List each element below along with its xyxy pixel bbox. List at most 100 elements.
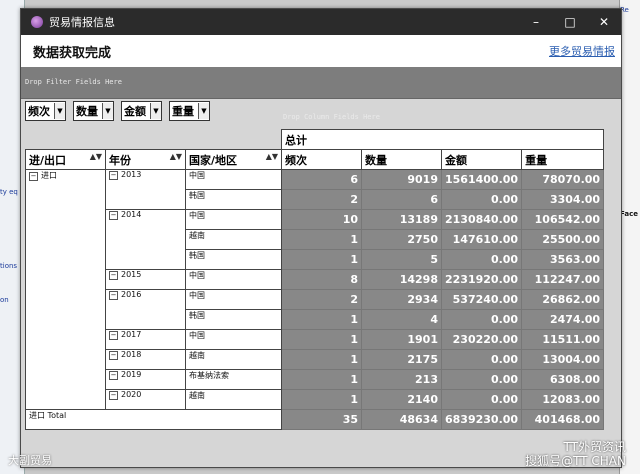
column-header: 重量	[521, 149, 605, 170]
collapse-icon[interactable]: −	[109, 351, 118, 360]
column-drop-zone[interactable]: Drop Column Fields Here	[283, 113, 380, 121]
value-cell: 6	[361, 189, 442, 210]
country-cell: 中国	[185, 169, 282, 190]
value-cell: 6308.00	[521, 369, 605, 390]
direction-cell[interactable]: − 进口	[25, 169, 106, 410]
row-field-direction[interactable]: 进/出口 ▲▼	[25, 149, 106, 170]
collapse-icon[interactable]: −	[109, 391, 118, 400]
table-row: −2014 中国 10 13189 2130840.00 106542.00	[26, 209, 605, 270]
data-field-quantity[interactable]: 数量 ▼	[73, 101, 114, 121]
total-value-cell: 401468.00	[521, 409, 605, 430]
value-cell: 2175	[361, 349, 442, 370]
collapse-icon[interactable]: −	[109, 291, 118, 300]
sort-filter-icon[interactable]: ▲▼	[266, 152, 278, 161]
year-cell[interactable]: −2015	[105, 269, 186, 290]
country-cell: 韩国	[185, 309, 282, 330]
value-cell: 2231920.00	[440, 269, 523, 290]
value-cell: 4	[361, 309, 442, 330]
bg-fragment: on	[0, 296, 9, 304]
filter-drop-zone[interactable]: Drop Filter Fields Here	[21, 67, 621, 99]
country-cell: 布基纳法索	[185, 369, 282, 390]
value-cell: 1	[281, 389, 362, 410]
collapse-icon[interactable]: −	[109, 211, 118, 220]
watermark-left: 大副贸易	[8, 454, 52, 467]
pivot-table: 总计 进/出口 ▲▼ 年份 ▲▼ 国家/地区 ▲▼ 频次 数量 金额 重量 − 进口 −2…	[25, 129, 605, 430]
data-field-count[interactable]: 频次 ▼	[25, 101, 66, 121]
row-field-year[interactable]: 年份 ▲▼	[105, 149, 186, 170]
value-cell: 9019	[361, 169, 442, 190]
dropdown-icon[interactable]: ▼	[102, 103, 113, 119]
year-cell[interactable]: −2016	[105, 289, 186, 330]
bg-fragment: tions	[0, 262, 18, 270]
value-cell: 230220.00	[440, 329, 523, 350]
table-row: −2018 越南 1 2175 0.00 13004.00	[26, 349, 605, 370]
value-cell: 12083.00	[521, 389, 605, 410]
value-cell: 25500.00	[521, 229, 605, 250]
collapse-icon[interactable]: −	[109, 371, 118, 380]
value-cell: 0.00	[440, 309, 523, 330]
bg-fragment: ty eq	[0, 188, 18, 196]
window-title: 贸易情报信息	[49, 16, 115, 29]
sort-filter-icon[interactable]: ▲▼	[170, 152, 182, 161]
value-cell: 1	[281, 229, 362, 250]
year-cell[interactable]: −2018	[105, 349, 186, 370]
row-field-country[interactable]: 国家/地区 ▲▼	[185, 149, 282, 170]
value-cell: 0.00	[440, 389, 523, 410]
year-cell[interactable]: −2013	[105, 169, 186, 210]
value-cell: 2934	[361, 289, 442, 310]
status-title: 数据获取完成	[33, 45, 112, 61]
value-cell: 13189	[361, 209, 442, 230]
header: 数据获取完成 更多贸易情报	[21, 35, 621, 67]
collapse-icon[interactable]: −	[29, 172, 38, 181]
value-cell: 1	[281, 349, 362, 370]
value-cell: 2474.00	[521, 309, 605, 330]
collapse-icon[interactable]: −	[109, 171, 118, 180]
grand-total-header: 总计	[280, 129, 605, 150]
table-row: − 进口 −2013 中国 6 9019 1561400.00 78070.00	[25, 169, 605, 410]
column-header: 数量	[361, 149, 442, 170]
value-cell: 537240.00	[440, 289, 523, 310]
value-cell: 213	[361, 369, 442, 390]
year-cell[interactable]: −2020	[105, 389, 186, 410]
year-cell[interactable]: −2019	[105, 369, 186, 390]
maximize-button[interactable]: □	[553, 15, 587, 29]
column-header: 金额	[440, 149, 523, 170]
column-header: 频次	[281, 149, 362, 170]
value-cell: 6	[281, 169, 362, 190]
more-trade-info-link[interactable]: 更多贸易情报	[549, 43, 615, 59]
value-cell: 78070.00	[521, 169, 605, 190]
dropdown-icon[interactable]: ▼	[150, 103, 161, 119]
table-row: −2016 中国 2 2934 537240.00 26862.00	[26, 289, 605, 330]
bg-fragment: Face	[620, 210, 638, 218]
value-cell: 1901	[361, 329, 442, 350]
sort-filter-icon[interactable]: ▲▼	[90, 152, 102, 161]
country-cell: 越南	[185, 229, 282, 250]
bg-fragment: Re	[620, 6, 629, 14]
value-cell: 13004.00	[521, 349, 605, 370]
value-cell: 2130840.00	[440, 209, 523, 230]
country-cell: 中国	[185, 329, 282, 350]
title-bar: 贸易情报信息 – □ ✕	[21, 9, 621, 35]
minimize-button[interactable]: –	[519, 15, 553, 29]
data-field-amount[interactable]: 金额 ▼	[121, 101, 162, 121]
value-cell: 3563.00	[521, 249, 605, 270]
dropdown-icon[interactable]: ▼	[54, 103, 65, 119]
country-cell: 中国	[185, 289, 282, 310]
year-cell[interactable]: −2017	[105, 329, 186, 350]
table-row: −2017 中国 1 1901 230220.00 11511.00	[26, 329, 605, 350]
value-cell: 1	[281, 329, 362, 350]
table-row: −2015 中国 8 14298 2231920.00 112247.00	[26, 269, 605, 290]
dropdown-icon[interactable]: ▼	[198, 103, 209, 119]
year-cell[interactable]: −2014	[105, 209, 186, 270]
value-cell: 11511.00	[521, 329, 605, 350]
value-cell: 0.00	[440, 249, 523, 270]
value-cell: 8	[281, 269, 362, 290]
trade-info-window: 贸易情报信息 – □ ✕ 数据获取完成 更多贸易情报 Drop Filter F…	[20, 8, 622, 468]
table-row: −2020 越南 1 2140 0.00 12083.00	[26, 389, 605, 410]
close-button[interactable]: ✕	[587, 15, 621, 29]
value-cell: 0.00	[440, 369, 523, 390]
total-value-cell: 6839230.00	[440, 409, 523, 430]
data-field-weight[interactable]: 重量 ▼	[169, 101, 210, 121]
collapse-icon[interactable]: −	[109, 271, 118, 280]
collapse-icon[interactable]: −	[109, 331, 118, 340]
